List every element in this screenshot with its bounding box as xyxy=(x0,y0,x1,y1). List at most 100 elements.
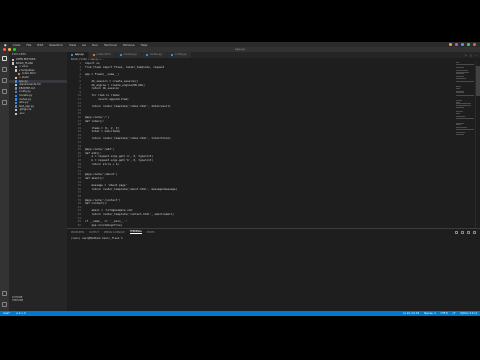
minimap-line xyxy=(456,73,464,75)
menu-terminal[interactable]: Terminal xyxy=(104,43,117,47)
menubar-status-dot[interactable] xyxy=(461,43,464,46)
run-debug-icon[interactable] xyxy=(2,89,7,94)
account-icon[interactable] xyxy=(2,291,7,296)
code-text: return db_session xyxy=(85,86,119,91)
explorer-sidebar: EXPLORER OPEN EDITORS BASIC_FLASK > venv v … xyxy=(9,52,67,311)
file-icon xyxy=(145,53,149,57)
minimap-line xyxy=(456,92,464,94)
code-text: return render_template('about.html', mes… xyxy=(85,186,178,191)
indentation[interactable]: Spaces: 4 xyxy=(424,312,436,315)
minimap-line xyxy=(456,63,474,65)
code-text: return render_template('index.html', dat… xyxy=(85,104,171,109)
minimap-line xyxy=(456,124,462,126)
branch-indicator[interactable]: main* xyxy=(3,312,10,315)
menu-run[interactable]: Run xyxy=(92,43,98,47)
line-number: 46 xyxy=(77,222,81,227)
menu-code[interactable]: Code xyxy=(13,43,21,47)
code-text: return str(a + b) xyxy=(85,161,119,166)
close-window-button[interactable] xyxy=(3,48,6,51)
file-tree: OPEN EDITORS BASIC_FLASK > venv v templates… xyxy=(9,57,67,116)
code-text: def about(): xyxy=(85,176,105,180)
tab-label: models.py xyxy=(123,53,137,56)
line-ending[interactable]: LF xyxy=(453,312,456,315)
minimap-line xyxy=(456,87,461,89)
editor-actions: ▷ ▯… xyxy=(465,52,480,58)
editor-scrollbar[interactable] xyxy=(475,62,480,228)
code-line[interactable]: 46 app.run(debug=True) xyxy=(67,222,455,228)
editor-area: app.py index.html models.py routes.py config… xyxy=(67,52,480,311)
menubar-status-icons xyxy=(449,43,476,46)
status-bar: main* ⊗ 0 ⚠ 0 Ln 22, Col 18 Spaces: 4 UT… xyxy=(0,311,480,316)
bottom-panel: PROBLEMS OUTPUT DEBUG CONSOLE TERMINAL PORTS… xyxy=(67,228,480,311)
file-icon xyxy=(15,112,18,115)
menu-file[interactable]: File xyxy=(26,43,31,47)
menu-window[interactable]: Window xyxy=(123,43,135,47)
minimap-line xyxy=(456,133,465,135)
menubar-status-dot[interactable] xyxy=(449,43,452,46)
editor-tab[interactable]: config.py xyxy=(166,52,192,58)
split-terminal-icon[interactable] xyxy=(461,230,464,234)
panel-tab[interactable]: PROBLEMS xyxy=(71,231,84,234)
code-text: app.run(debug=True) xyxy=(85,222,123,227)
encoding[interactable]: UTF-8 xyxy=(441,312,448,315)
minimap[interactable] xyxy=(456,62,474,228)
file-icon xyxy=(119,53,122,57)
menu-view[interactable]: View xyxy=(69,43,76,47)
editor-tab[interactable]: routes.py xyxy=(141,52,167,58)
terminal-output[interactable]: (venv) user@MacBook basic_flask % xyxy=(67,235,480,242)
tab-label: config.py xyxy=(174,53,187,56)
new-terminal-icon[interactable] xyxy=(455,230,458,234)
menubar-status-dot[interactable] xyxy=(455,43,458,46)
close-panel-icon[interactable] xyxy=(473,230,476,234)
menu-go[interactable]: Go xyxy=(82,43,86,47)
more-actions-icon[interactable]: … xyxy=(474,54,477,57)
explorer-icon[interactable] xyxy=(2,56,7,61)
timeline-section[interactable]: TIMELINE xyxy=(9,299,67,303)
gear-icon[interactable] xyxy=(2,302,7,307)
minimap-line xyxy=(456,81,474,83)
minimap-line xyxy=(456,106,464,108)
code-editor[interactable]: 1 import os 2 from flask import Flask, rend… xyxy=(67,62,455,228)
minimap-line xyxy=(456,113,461,114)
panel-tab[interactable]: TERMINAL xyxy=(129,230,142,234)
tree-item-label: .env xyxy=(18,111,25,115)
search-icon[interactable] xyxy=(2,67,7,72)
language-interpreter[interactable]: Python 3.11.4 xyxy=(460,312,477,315)
minimize-window-button[interactable] xyxy=(8,48,11,51)
panel-tab[interactable]: OUTPUT xyxy=(89,231,99,234)
minimap-line xyxy=(456,117,474,119)
file-icon xyxy=(170,53,174,57)
code-text: result.append(item) xyxy=(85,96,129,101)
minimap-line xyxy=(456,66,464,68)
run-icon[interactable]: ▷ xyxy=(465,54,467,57)
menubar-status-dot[interactable] xyxy=(473,43,476,46)
code-text: return render_template('index.html', tot… xyxy=(85,136,171,141)
code-text: return render_template('contact.html', e… xyxy=(85,211,174,216)
code-text: def contact(): xyxy=(85,201,108,206)
minimap-line xyxy=(456,95,474,97)
menu-edit[interactable]: Edit xyxy=(37,43,43,47)
editor-tab[interactable]: models.py xyxy=(115,52,142,58)
menubar-status-dot[interactable] xyxy=(467,43,470,46)
trash-icon[interactable] xyxy=(467,230,470,234)
menu-help[interactable]: Help xyxy=(141,43,148,47)
sidebar-bottom-sections: OUTLINE TIMELINE xyxy=(9,296,67,303)
tree-item[interactable]: .env xyxy=(9,112,67,116)
screen: ● Code File Edit Selection View Go Run T… xyxy=(0,42,480,316)
problems-indicator[interactable]: ⊗ 0 ⚠ 0 xyxy=(16,312,25,315)
cursor-position[interactable]: Ln 22, Col 18 xyxy=(403,312,419,315)
code-text: from flask import Flask, render_template… xyxy=(85,64,165,69)
apple-icon[interactable]: ● xyxy=(4,43,7,47)
split-editor-icon[interactable]: ▯ xyxy=(470,54,471,57)
extensions-icon[interactable] xyxy=(2,100,7,105)
scrollbar-thumb[interactable] xyxy=(476,66,480,96)
code-text: app = Flask(__name__) xyxy=(85,71,119,76)
window-controls xyxy=(3,48,16,51)
file-icon xyxy=(71,53,74,57)
minimap-line xyxy=(456,128,474,130)
source-control-icon[interactable] xyxy=(2,78,7,83)
maximize-window-button[interactable] xyxy=(13,48,16,51)
panel-tab[interactable]: PORTS xyxy=(147,231,155,234)
menu-selection[interactable]: Selection xyxy=(49,43,63,47)
panel-tab[interactable]: DEBUG CONSOLE xyxy=(104,231,125,234)
